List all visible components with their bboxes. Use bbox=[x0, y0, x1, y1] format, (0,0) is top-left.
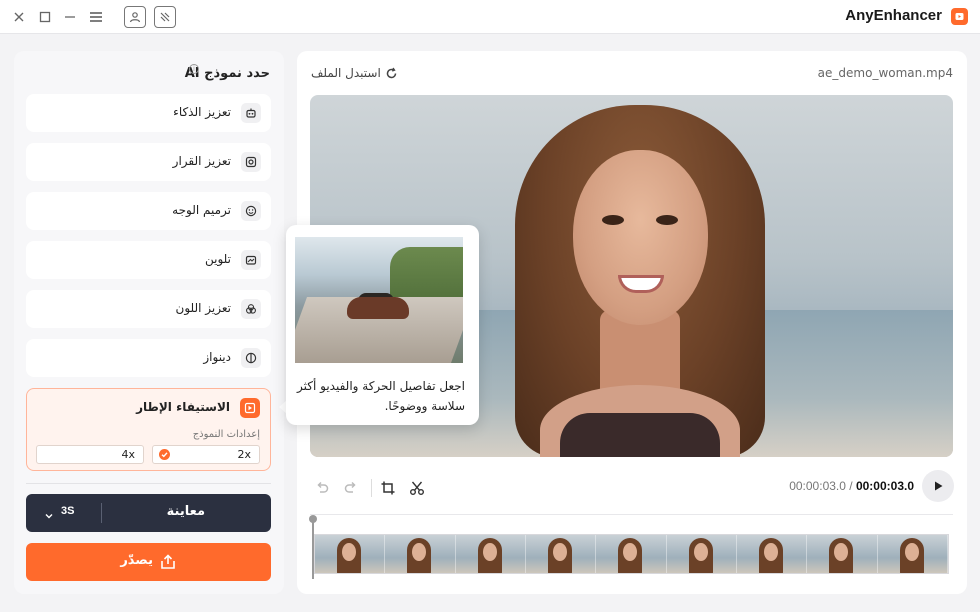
preview-duration[interactable]: 3S bbox=[61, 505, 74, 517]
preview-label: معاينة bbox=[166, 504, 205, 519]
app-logo-icon bbox=[951, 8, 968, 25]
video-subject-eye bbox=[602, 215, 624, 225]
timeline-frame bbox=[596, 535, 667, 573]
model-item-color-enhance[interactable]: تعزيز اللون bbox=[26, 290, 271, 328]
timeline-filmstrip[interactable] bbox=[314, 534, 949, 574]
video-subject-eye bbox=[656, 215, 678, 225]
timeline-frame bbox=[736, 535, 808, 573]
model-item-label: دينواز bbox=[203, 350, 231, 364]
timeline-frame bbox=[315, 535, 386, 573]
timeline-frame bbox=[455, 535, 526, 573]
maximize-icon[interactable] bbox=[35, 7, 55, 27]
model-panel: حدد نموذج AI i تعزيز الذكاء تعزيز القرار… bbox=[14, 51, 284, 594]
total-time: 00:00:03.0 bbox=[855, 479, 914, 493]
timeline-frame bbox=[877, 535, 948, 573]
timeline-frame bbox=[525, 535, 597, 573]
model-item-label: تعزيز القرار bbox=[172, 154, 231, 168]
video-subject-face bbox=[573, 150, 708, 325]
option-4x[interactable]: 4x bbox=[36, 445, 144, 464]
feedback-icon[interactable] bbox=[154, 6, 176, 28]
model-item-resolution[interactable]: تعزيز القرار bbox=[26, 143, 271, 181]
robot-icon bbox=[241, 103, 261, 123]
crop-icon[interactable] bbox=[379, 479, 397, 497]
export-button[interactable]: يصدّر bbox=[26, 543, 271, 581]
export-icon bbox=[159, 553, 177, 575]
model-tooltip: اجعل تفاصيل الحركة والفيديو أكثر سلاسة و… bbox=[286, 225, 479, 425]
check-icon bbox=[159, 449, 170, 460]
model-item-face-restore[interactable]: ترميم الوجه bbox=[26, 192, 271, 230]
model-item-label: تعزيز اللون bbox=[175, 301, 232, 315]
frame-interpolation-icon bbox=[240, 398, 260, 418]
model-item-label: تلوين bbox=[205, 252, 231, 266]
replace-file-button[interactable]: استبدل الملف bbox=[311, 66, 381, 80]
export-label: يصدّر bbox=[120, 553, 153, 568]
option-value: 4x bbox=[121, 448, 135, 461]
play-button[interactable] bbox=[922, 470, 954, 502]
time-readout: 00:00:03.0 / 00:00:03.0 bbox=[789, 479, 914, 493]
model-item-label: تعزيز الذكاء bbox=[173, 105, 231, 119]
model-item-colorize[interactable]: تلوين bbox=[26, 241, 271, 279]
time-separator: / bbox=[849, 479, 853, 493]
undo-icon[interactable] bbox=[313, 479, 331, 497]
video-subject-top bbox=[560, 413, 720, 457]
option-2x[interactable]: 2x bbox=[152, 445, 260, 464]
app-title: AnyEnhancer bbox=[845, 7, 942, 24]
play-icon bbox=[935, 481, 943, 491]
toolbar-divider bbox=[371, 479, 372, 497]
colorize-icon bbox=[241, 250, 261, 270]
close-icon[interactable] bbox=[9, 7, 29, 27]
tooltip-preview-image bbox=[295, 237, 463, 363]
preview-button[interactable]: معاينة 3S bbox=[26, 494, 271, 532]
color-enhance-icon bbox=[241, 299, 261, 319]
model-item-label: ترميم الوجه bbox=[172, 203, 231, 217]
info-icon[interactable]: i bbox=[189, 64, 199, 74]
timeline-frame bbox=[385, 535, 456, 573]
current-time: 00:00:03.0 bbox=[789, 479, 846, 493]
cut-icon[interactable] bbox=[408, 479, 426, 497]
timeline-track bbox=[310, 514, 953, 515]
resolution-icon bbox=[241, 152, 261, 172]
model-item-denoise[interactable]: دينواز bbox=[26, 339, 271, 377]
timeline-frame bbox=[807, 535, 878, 573]
minimize-icon[interactable] bbox=[60, 7, 80, 27]
menu-icon[interactable] bbox=[86, 7, 106, 27]
file-name: ae_demo_woman.mp4 bbox=[817, 66, 953, 80]
model-item-frame-interpolation[interactable]: الاستيفاء الإطار إعدادات النموذج 2x 4x bbox=[26, 388, 271, 471]
divider bbox=[26, 483, 271, 484]
redo-icon[interactable] bbox=[342, 479, 360, 497]
model-settings-label: إعدادات النموذج bbox=[192, 429, 260, 440]
denoise-icon bbox=[241, 348, 261, 368]
timeline-frame bbox=[666, 535, 737, 573]
option-value: 2x bbox=[237, 448, 251, 461]
tooltip-description: اجعل تفاصيل الحركة والفيديو أكثر سلاسة و… bbox=[297, 379, 465, 413]
title-bar: AnyEnhancer bbox=[0, 0, 980, 34]
divider bbox=[101, 503, 102, 523]
account-icon[interactable] bbox=[124, 6, 146, 28]
refresh-icon[interactable] bbox=[385, 65, 398, 84]
model-item-label: الاستيفاء الإطار bbox=[136, 400, 230, 414]
face-icon bbox=[241, 201, 261, 221]
model-item-ai-enhance[interactable]: تعزيز الذكاء bbox=[26, 94, 271, 132]
chevron-down-icon[interactable] bbox=[44, 506, 54, 525]
